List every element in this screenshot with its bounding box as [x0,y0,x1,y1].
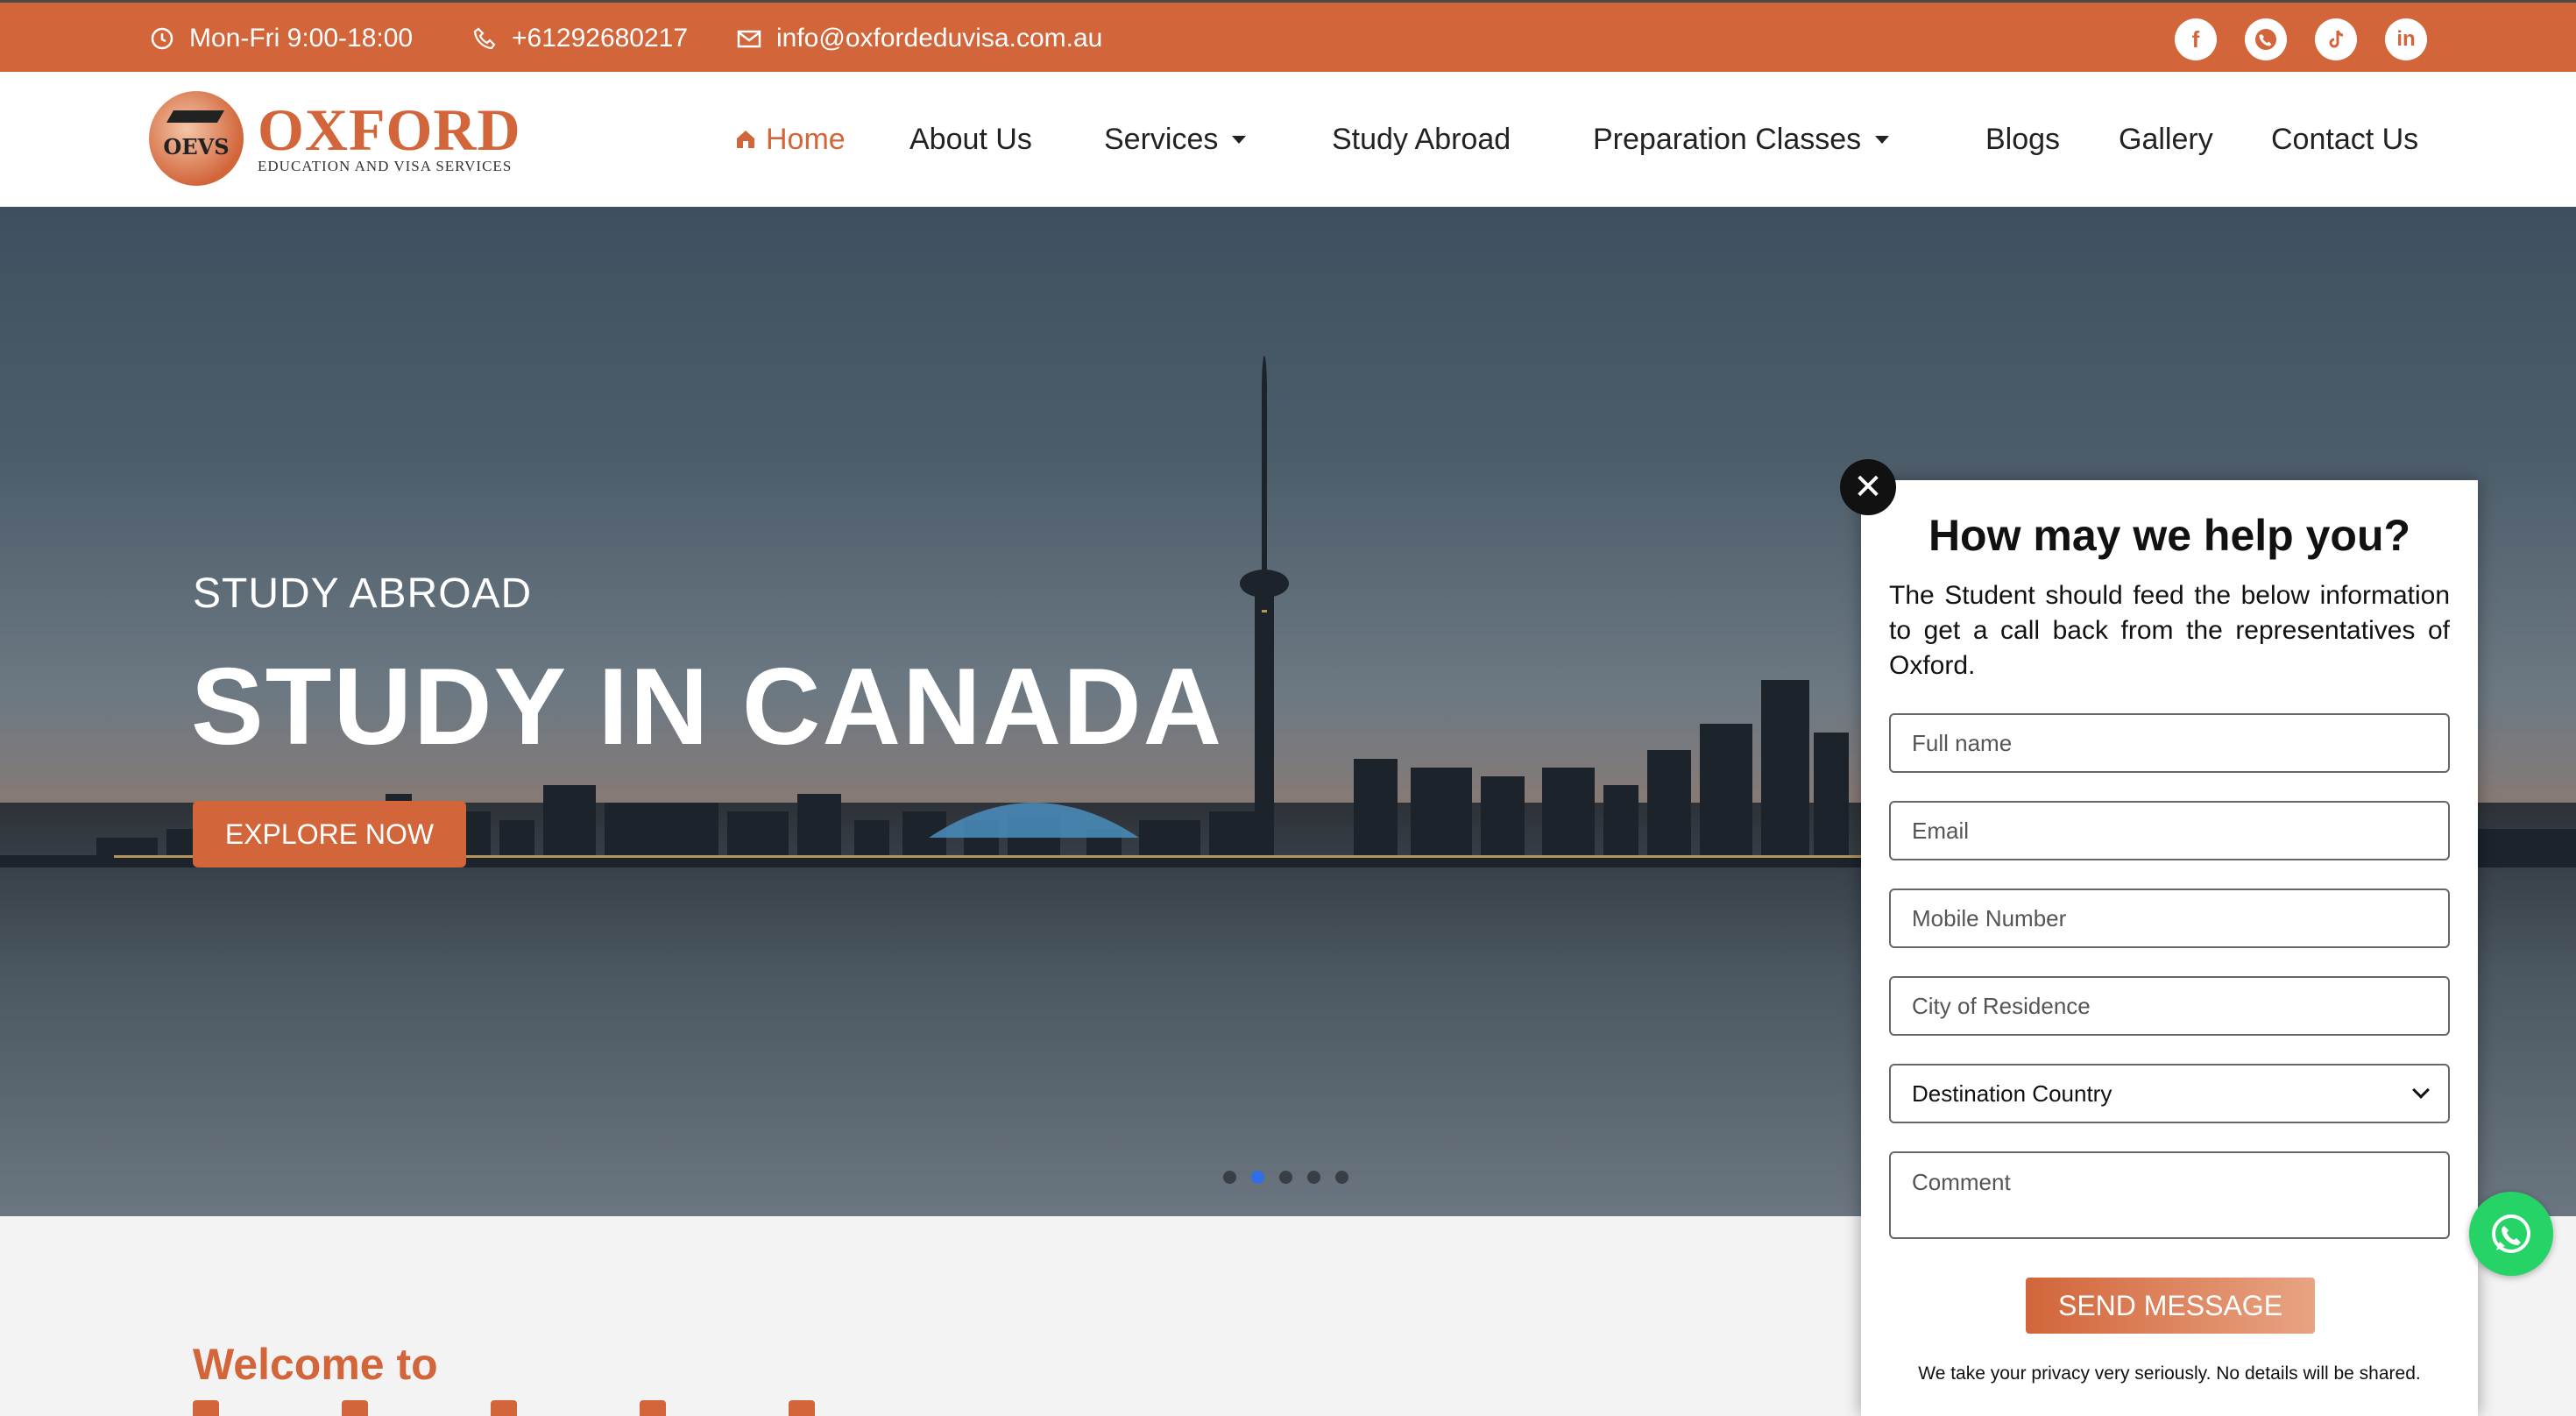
social-links: f in [2147,18,2427,60]
mobile-number-input[interactable] [1889,889,2450,948]
nav-label-about: About Us [909,122,1032,156]
nav-item-gallery[interactable]: Gallery [2119,123,2213,157]
city-of-residence-input[interactable] [1889,976,2450,1036]
slider-dot-active[interactable] [1251,1171,1264,1184]
nav-item-preparation[interactable]: Preparation Classes [1593,122,1890,157]
facebook-icon[interactable]: f [2175,18,2217,60]
slider-dot[interactable] [1279,1171,1292,1184]
whatsapp-icon [2492,1214,2530,1253]
hours-info: Mon-Fri 9:00-18:00 [149,3,413,74]
slider-dot[interactable] [1335,1171,1348,1184]
tiktok-icon[interactable] [2315,18,2357,60]
site-header: OEVS OXFORD EDUCATION AND VISA SERVICES … [0,72,2576,207]
brand-logo[interactable]: OEVS OXFORD EDUCATION AND VISA SERVICES [149,91,521,186]
nav-item-home[interactable]: Home [734,123,846,157]
logo-mark-text: OEVS [163,133,230,159]
chevron-down-icon [1232,135,1247,144]
nav-label-services: Services [1104,122,1219,156]
popup-description: The Student should feed the below inform… [1889,581,2450,680]
nav-item-study-abroad[interactable]: Study Abroad [1332,123,1511,157]
logo-tagline: EDUCATION AND VISA SERVICES [258,158,513,174]
nav-item-about[interactable]: About Us [909,123,1032,157]
close-popup-button[interactable]: ✕ [1840,459,1896,515]
send-message-button[interactable]: SEND MESSAGE [2026,1278,2315,1334]
privacy-note: We take your privacy very seriously. No … [1918,1363,2421,1384]
hours-text: Mon-Fri 9:00-18:00 [189,24,414,53]
hero-overline: STUDY ABROAD [193,570,533,617]
enquiry-popup: How may we help you? The Student should … [1861,480,2478,1416]
welcome-heading: Welcome to [193,1340,438,1389]
hero-headline: STUDY IN CANADA [191,647,1224,768]
logo-name: OXFORD [258,96,521,163]
slider-dots [1223,1171,1363,1184]
chevron-down-icon [2412,1081,2430,1099]
clock-icon [149,25,175,52]
welcome-subheading-partial [193,1400,1244,1416]
nav-label-preparation: Preparation Classes [1593,122,1862,156]
nav-label-contact: Contact Us [2271,122,2419,156]
nav-label-blogs: Blogs [1985,122,2061,156]
nav-item-blogs[interactable]: Blogs [1985,123,2060,157]
mail-icon [736,25,762,52]
chevron-down-icon [1875,135,1890,144]
phone-info[interactable]: +61292680217 [471,3,688,74]
email-text[interactable]: info@oxfordeduvisa.com.au [776,24,1102,53]
nav-label-study-abroad: Study Abroad [1332,122,1511,156]
top-bar: Mon-Fri 9:00-18:00 +61292680217 info@oxf… [0,0,2576,72]
nav-label-gallery: Gallery [2119,122,2213,156]
slider-dot[interactable] [1223,1171,1236,1184]
email-info[interactable]: info@oxfordeduvisa.com.au [736,3,1102,74]
phone-icon [471,25,498,52]
whatsapp-icon[interactable] [2245,18,2287,60]
email-input[interactable] [1889,801,2450,860]
logo-mark: OEVS [149,91,244,186]
graduation-cap-icon [166,110,225,123]
home-icon [737,131,754,148]
explore-now-button[interactable]: EXPLORE NOW [193,801,466,867]
linkedin-icon[interactable]: in [2385,18,2427,60]
full-name-input[interactable] [1889,713,2450,773]
comment-textarea[interactable] [1889,1151,2450,1239]
nav-label-home: Home [766,122,846,156]
popup-title: How may we help you? [1928,511,2411,560]
phone-text[interactable]: +61292680217 [512,24,688,53]
destination-country-select[interactable]: Destination Country [1889,1064,2450,1123]
whatsapp-chat-button[interactable] [2469,1192,2553,1276]
nav-item-services[interactable]: Services [1104,122,1247,157]
logo-wordmark: OXFORD EDUCATION AND VISA SERVICES [258,96,521,175]
close-icon: ✕ [1853,468,1883,506]
destination-country-value: Destination Country [1912,1080,2112,1107]
nav-item-contact[interactable]: Contact Us [2271,123,2418,157]
slider-dot[interactable] [1307,1171,1320,1184]
